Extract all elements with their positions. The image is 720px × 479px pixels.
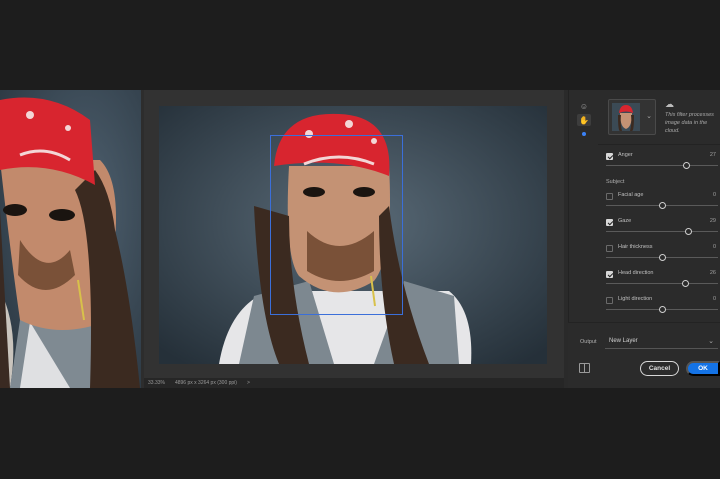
anger-label: Anger bbox=[618, 152, 633, 158]
hair-thickness-slider-knob[interactable] bbox=[658, 254, 666, 261]
status-bar: 33.33% 4896 px x 3264 px (300 ppi) > bbox=[144, 378, 564, 388]
hair-thickness-checkbox[interactable] bbox=[606, 245, 613, 252]
anger-checkbox[interactable] bbox=[606, 153, 613, 160]
zoom-level: 33.33% bbox=[148, 380, 165, 386]
compare-view-icon[interactable] bbox=[579, 363, 590, 373]
subject-section-label: Subject bbox=[606, 179, 625, 185]
image-dimensions: 4896 px x 3264 px (300 ppi) bbox=[174, 380, 237, 386]
bottom-dark-band bbox=[0, 388, 720, 479]
filter-thumbnail bbox=[612, 103, 640, 131]
chevron-down-icon: ⌄ bbox=[708, 338, 714, 345]
original-preview-image bbox=[0, 90, 141, 388]
head-direction-checkbox[interactable] bbox=[606, 271, 613, 278]
light-direction-slider-knob[interactable] bbox=[658, 306, 666, 313]
active-indicator-dot bbox=[582, 132, 586, 136]
hand-tool-icon[interactable]: ✋ bbox=[577, 114, 591, 126]
anger-value: 27 bbox=[709, 152, 716, 158]
filter-thumbnail-dropdown[interactable]: ⌄ bbox=[608, 99, 656, 135]
face-icon[interactable]: ☺ bbox=[577, 100, 591, 112]
anger-slider-track[interactable] bbox=[606, 165, 718, 166]
slider-row-head-direction: Head direction 26 bbox=[606, 270, 718, 293]
top-dark-band bbox=[0, 0, 720, 90]
gaze-slider-track[interactable] bbox=[606, 231, 718, 232]
hair-thickness-label: Hair thickness bbox=[618, 244, 653, 250]
slider-row-light-direction: Light direction 0 bbox=[606, 296, 718, 319]
slider-row-facial-age: Facial age 0 bbox=[606, 192, 718, 215]
hair-thickness-value: 0 bbox=[712, 244, 716, 250]
slider-row-anger: Anger 27 bbox=[606, 152, 718, 175]
cloud-processing-note: This filter processes image data in the … bbox=[665, 112, 714, 134]
head-direction-slider-track[interactable] bbox=[606, 283, 718, 284]
slider-row-gaze: Gaze 29 bbox=[606, 218, 718, 241]
face-detection-box[interactable] bbox=[270, 135, 403, 315]
output-select-value: New Layer bbox=[609, 338, 638, 344]
facial-age-value: 0 bbox=[712, 192, 716, 198]
gaze-label: Gaze bbox=[618, 218, 632, 224]
output-label: Output bbox=[580, 339, 597, 345]
facial-age-slider-knob[interactable] bbox=[658, 202, 666, 209]
light-direction-value: 0 bbox=[712, 296, 716, 302]
slider-row-hair-thickness: Hair thickness 0 bbox=[606, 244, 718, 267]
output-select[interactable]: New Layer ⌄ bbox=[605, 334, 718, 349]
filter-thumbnail-image bbox=[612, 103, 640, 131]
gaze-checkbox[interactable] bbox=[606, 219, 613, 226]
panel-footer bbox=[568, 322, 720, 388]
footer-separator bbox=[568, 322, 720, 323]
status-arrow[interactable]: > bbox=[247, 380, 250, 386]
gaze-value: 29 bbox=[709, 218, 716, 224]
panel-separator bbox=[598, 144, 720, 145]
anger-slider-knob[interactable] bbox=[683, 162, 691, 169]
ok-button[interactable]: OK bbox=[686, 361, 720, 376]
facial-age-checkbox[interactable] bbox=[606, 193, 613, 200]
chevron-down-icon[interactable]: ⌄ bbox=[646, 112, 652, 120]
head-direction-label: Head direction bbox=[618, 270, 654, 276]
head-direction-slider-knob[interactable] bbox=[682, 280, 690, 287]
light-direction-label: Light direction bbox=[618, 296, 653, 302]
original-preview bbox=[0, 90, 141, 388]
cloud-icon: ☁ bbox=[665, 99, 674, 109]
light-direction-checkbox[interactable] bbox=[606, 297, 613, 304]
gaze-slider-knob[interactable] bbox=[685, 228, 693, 235]
head-direction-value: 26 bbox=[709, 270, 716, 276]
facial-age-label: Facial age bbox=[618, 192, 644, 198]
cancel-button[interactable]: Cancel bbox=[640, 361, 679, 376]
